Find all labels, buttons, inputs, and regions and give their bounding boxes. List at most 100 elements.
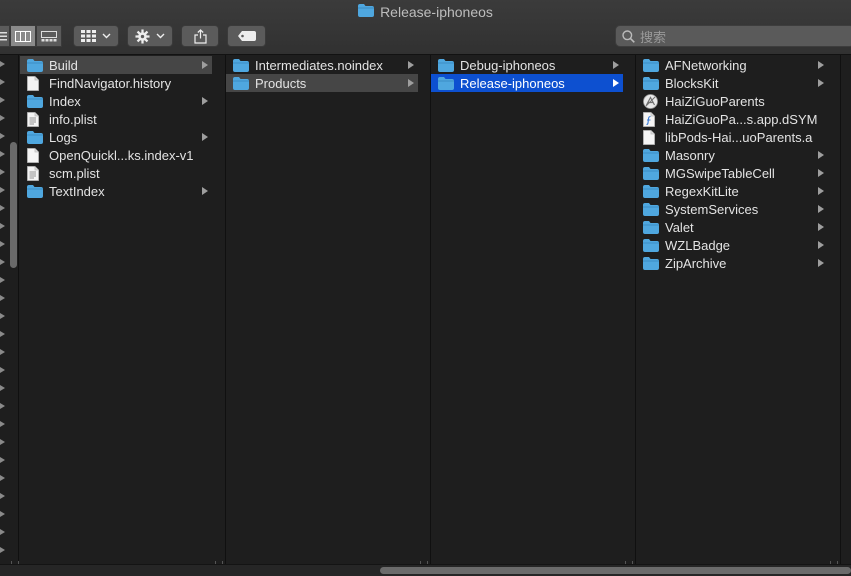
gallery-view-icon bbox=[41, 30, 57, 41]
column-3-item[interactable]: WZLBadge bbox=[636, 236, 828, 254]
column-3-item[interactable]: HaiZiGuoPa...s.app.dSYM bbox=[636, 110, 828, 128]
search-field[interactable]: 搜索 bbox=[615, 25, 851, 47]
horizontal-scrollbar-thumb[interactable] bbox=[380, 567, 851, 574]
view-columns-button[interactable] bbox=[10, 25, 36, 47]
disclosure-arrow-icon bbox=[202, 187, 208, 195]
column-3-item[interactable]: Masonry bbox=[636, 146, 828, 164]
vertical-scrollbar-thumb[interactable] bbox=[10, 142, 17, 268]
list-view-icon bbox=[0, 32, 7, 41]
disclosure-arrow-icon bbox=[818, 151, 824, 159]
column-0-item[interactable]: OpenQuickl...ks.index-v1 bbox=[20, 146, 212, 164]
column-0-item[interactable]: TextIndex bbox=[20, 182, 212, 200]
disclosure-arrow-icon bbox=[0, 133, 5, 139]
column-3-item[interactable]: RegexKitLite bbox=[636, 182, 828, 200]
disclosure-arrow-icon bbox=[202, 133, 208, 141]
item-label: RegexKitLite bbox=[665, 183, 739, 199]
disclosure-arrow-icon bbox=[818, 79, 824, 87]
column-3-item[interactable]: ZipArchive bbox=[636, 254, 828, 272]
item-label: HaiZiGuoPa...s.app.dSYM bbox=[665, 111, 818, 127]
app-icon bbox=[643, 93, 659, 109]
item-label: libPods-Hai...uoParents.a bbox=[665, 129, 813, 145]
disclosure-arrow-icon bbox=[0, 367, 5, 373]
disclosure-arrow-icon bbox=[0, 187, 5, 193]
search-icon bbox=[622, 29, 635, 43]
column-1-item[interactable]: Products bbox=[226, 74, 418, 92]
previous-column-sliver[interactable] bbox=[0, 55, 18, 564]
item-label: WZLBadge bbox=[665, 237, 731, 253]
column-0-item[interactable]: Logs bbox=[20, 128, 212, 146]
document-icon bbox=[643, 129, 659, 145]
column-3-item[interactable]: BlocksKit bbox=[636, 74, 828, 92]
action-menu-button[interactable] bbox=[127, 25, 173, 47]
disclosure-arrow-icon bbox=[0, 97, 5, 103]
folder-icon bbox=[643, 238, 659, 252]
window-title: Release-iphoneos bbox=[380, 4, 493, 20]
column-1: Intermediates.noindex Products bbox=[226, 55, 418, 564]
item-label: Logs bbox=[49, 129, 78, 145]
column-0-item[interactable]: info.plist bbox=[20, 110, 212, 128]
item-label: SystemServices bbox=[665, 201, 759, 217]
column-divider[interactable] bbox=[840, 55, 841, 564]
column-3-item[interactable]: libPods-Hai...uoParents.a bbox=[636, 128, 828, 146]
column-3-item[interactable]: SystemServices bbox=[636, 200, 828, 218]
disclosure-arrow-icon bbox=[0, 151, 5, 157]
item-label: Intermediates.noindex bbox=[255, 57, 383, 73]
folder-icon bbox=[233, 76, 249, 90]
share-button[interactable] bbox=[181, 25, 219, 47]
column-0-item[interactable]: scm.plist bbox=[20, 164, 212, 182]
disclosure-arrow-icon bbox=[0, 385, 5, 391]
disclosure-arrow-icon bbox=[818, 169, 824, 177]
column-2-item[interactable]: Debug-iphoneos bbox=[431, 56, 623, 74]
folder-icon bbox=[643, 184, 659, 198]
disclosure-arrow-icon bbox=[0, 457, 5, 463]
disclosure-arrow-icon bbox=[0, 241, 5, 247]
column-3-item[interactable]: HaiZiGuoParents bbox=[636, 92, 828, 110]
disclosure-arrow-icon bbox=[0, 439, 5, 445]
column-2-item[interactable]: Release-iphoneos bbox=[431, 74, 623, 92]
disclosure-arrow-icon bbox=[613, 79, 619, 87]
column-3-item[interactable]: AFNetworking bbox=[636, 56, 828, 74]
disclosure-arrow-icon bbox=[0, 313, 5, 319]
column-0-item[interactable]: FindNavigator.history bbox=[20, 74, 212, 92]
folder-icon bbox=[233, 58, 249, 72]
column-1-item[interactable]: Intermediates.noindex bbox=[226, 56, 418, 74]
folder-icon bbox=[643, 256, 659, 270]
folder-icon bbox=[643, 220, 659, 234]
column-3-item[interactable]: Valet bbox=[636, 218, 828, 236]
disclosure-arrow-icon bbox=[0, 493, 5, 499]
folder-icon bbox=[27, 58, 43, 72]
disclosure-arrow-icon bbox=[818, 241, 824, 249]
disclosure-arrow-icon bbox=[408, 61, 414, 69]
disclosure-arrow-icon bbox=[818, 187, 824, 195]
column-divider[interactable] bbox=[18, 55, 19, 564]
view-list-button[interactable] bbox=[0, 25, 10, 47]
disclosure-arrow-icon bbox=[0, 277, 5, 283]
disclosure-arrow-icon bbox=[0, 115, 5, 121]
document-icon bbox=[27, 75, 43, 91]
view-gallery-button[interactable] bbox=[36, 25, 62, 47]
plist-document-icon bbox=[27, 165, 43, 181]
column-0-item[interactable]: Index bbox=[20, 92, 212, 110]
disclosure-arrow-icon bbox=[0, 61, 5, 67]
column-3: AFNetworking BlocksKit HaiZiGuoParents HaiZ… bbox=[636, 55, 828, 564]
edit-tags-button[interactable] bbox=[227, 25, 266, 47]
chevron-down-icon bbox=[102, 33, 111, 39]
plist-document-icon bbox=[27, 111, 43, 127]
disclosure-arrow-icon bbox=[0, 529, 5, 535]
disclosure-arrow-icon bbox=[0, 349, 5, 355]
column-view-icon bbox=[15, 30, 31, 42]
dsym-document-icon bbox=[643, 111, 659, 127]
grid-icon bbox=[81, 30, 96, 42]
disclosure-arrow-icon bbox=[0, 421, 5, 427]
column-0-item[interactable]: Build bbox=[20, 56, 212, 74]
item-label: scm.plist bbox=[49, 165, 100, 181]
item-label: ZipArchive bbox=[665, 255, 727, 271]
group-by-button[interactable] bbox=[73, 25, 119, 47]
column-2: Debug-iphoneos Release-iphoneos bbox=[431, 55, 623, 564]
item-label: Release-iphoneos bbox=[460, 75, 565, 91]
disclosure-arrow-icon bbox=[818, 205, 824, 213]
disclosure-arrow-icon bbox=[818, 259, 824, 267]
item-label: info.plist bbox=[49, 111, 97, 127]
item-label: OpenQuickl...ks.index-v1 bbox=[49, 147, 194, 163]
column-3-item[interactable]: MGSwipeTableCell bbox=[636, 164, 828, 182]
